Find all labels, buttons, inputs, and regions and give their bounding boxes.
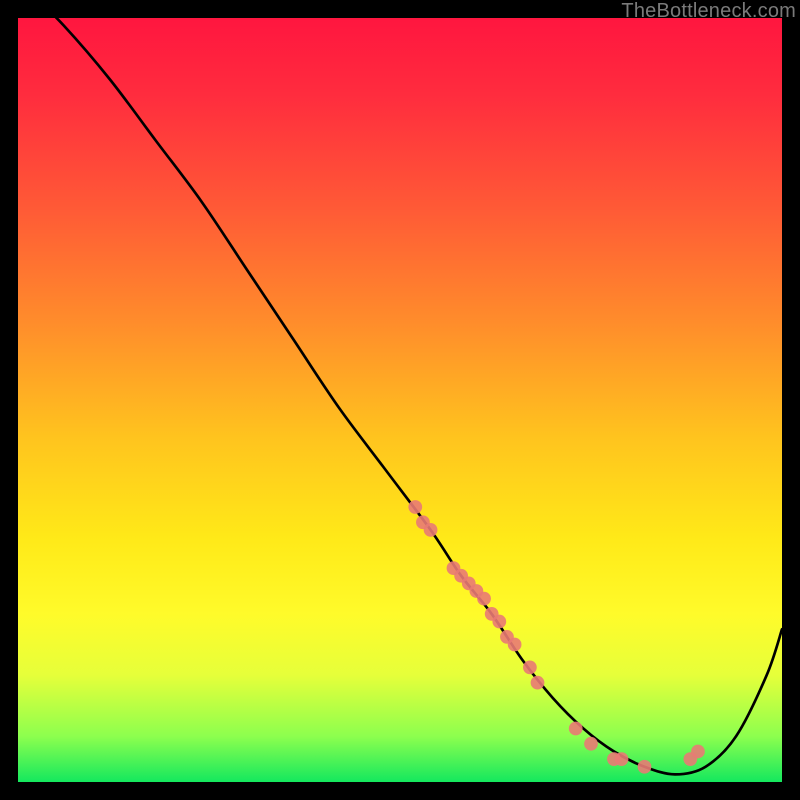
scatter-point xyxy=(569,722,583,736)
scatter-point xyxy=(615,752,629,766)
scatter-point xyxy=(508,638,522,652)
scatter-point xyxy=(408,500,422,514)
scatter-markers xyxy=(408,500,704,774)
scatter-point xyxy=(477,592,491,606)
scatter-point xyxy=(638,760,652,774)
chart-stage: TheBottleneck.com xyxy=(0,0,800,800)
plot-area xyxy=(18,18,782,782)
curve-svg xyxy=(18,18,782,782)
scatter-point xyxy=(492,615,506,629)
scatter-point xyxy=(584,737,598,751)
scatter-point xyxy=(531,676,545,690)
scatter-point xyxy=(691,745,705,759)
bottleneck-curve-path xyxy=(18,0,782,774)
scatter-point xyxy=(424,523,438,537)
scatter-point xyxy=(523,661,537,675)
